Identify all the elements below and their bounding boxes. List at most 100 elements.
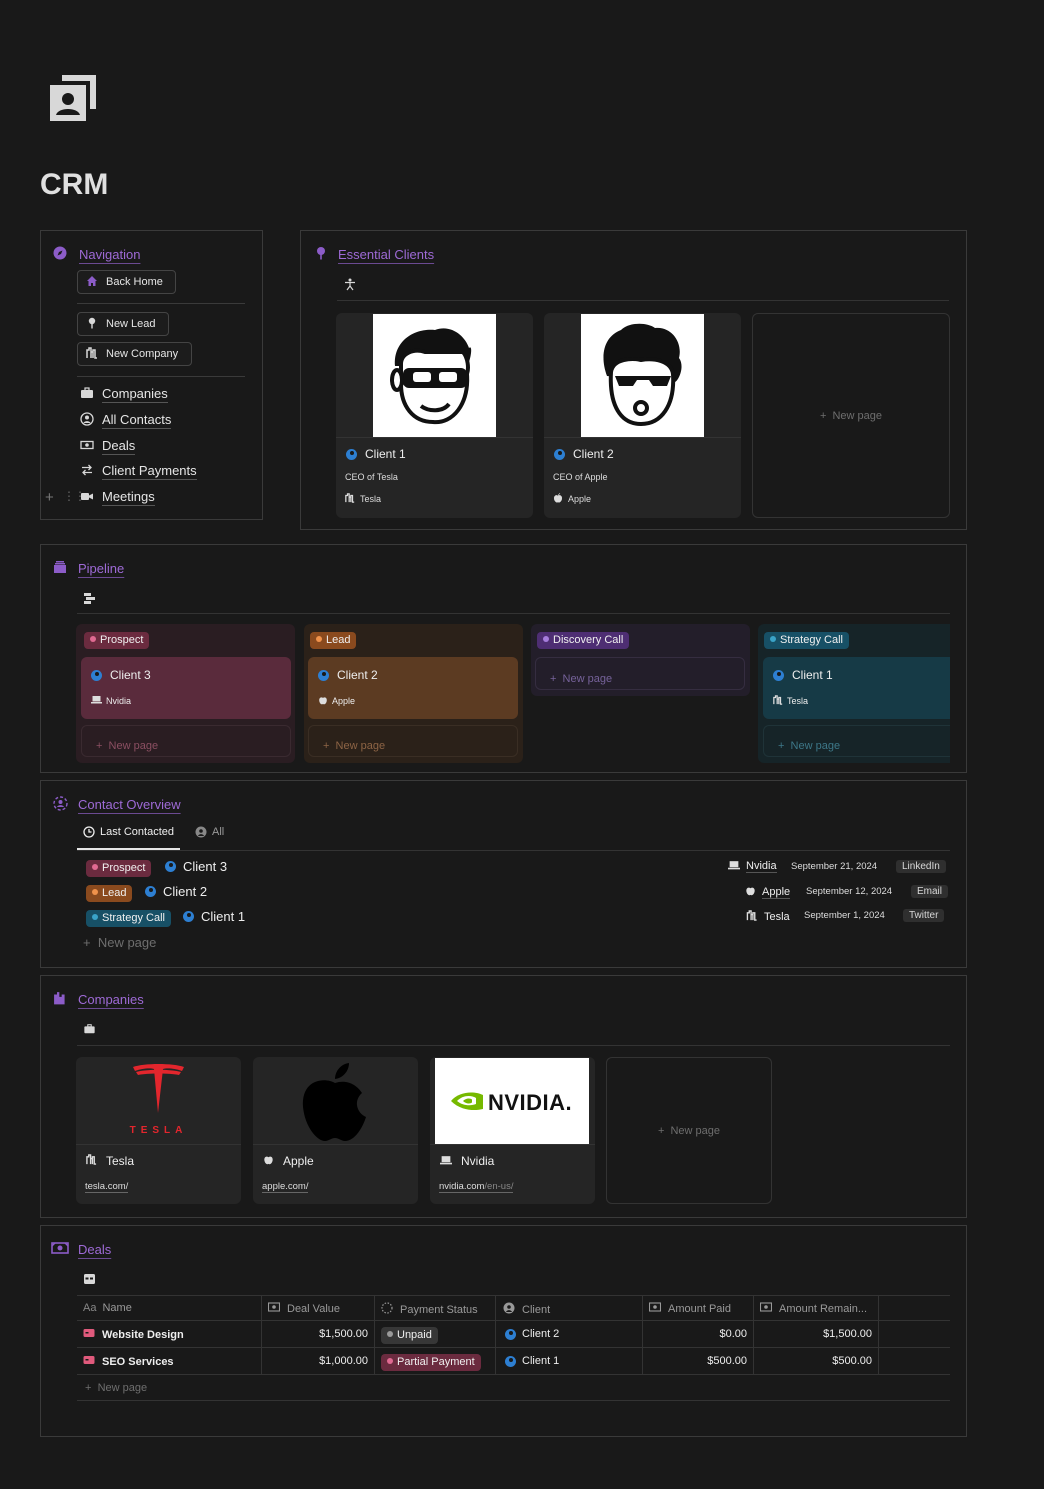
payment-status-badge: Unpaid (381, 1327, 438, 1344)
add-block-icon[interactable]: + (45, 489, 54, 506)
new-lead-button[interactable]: New Lead (77, 312, 169, 336)
pipeline-card[interactable]: Client 1 Tesla (763, 657, 950, 719)
tab-all[interactable]: All (195, 826, 224, 841)
stage-badge: Prospect (86, 860, 152, 877)
amount-paid: $500.00 (707, 1355, 747, 1367)
deals-title[interactable]: Deals (78, 1242, 111, 1257)
person-icon (554, 448, 565, 460)
list-item[interactable]: Prospect Client 3 Nvidia September 21, 2… (80, 857, 950, 877)
column-header-name[interactable]: Aa Name (83, 1302, 132, 1314)
column-header-amount-remaining[interactable]: Amount Remain... (759, 1302, 867, 1315)
nav-item-meetings[interactable]: Meetings (80, 489, 155, 506)
tab-last-contacted[interactable]: Last Contacted (77, 826, 180, 850)
person-icon (145, 886, 156, 897)
nav-item-deals[interactable]: Deals (80, 438, 136, 455)
contact-company: Tesla (764, 911, 790, 923)
company-url[interactable]: nvidia.com/en-us/ (439, 1181, 514, 1193)
text-type-icon: Aa (83, 1302, 97, 1314)
new-page-button[interactable]: + New page (308, 725, 518, 757)
company-name: Apple (283, 1154, 314, 1168)
column-header-deal-value[interactable]: Deal Value (267, 1302, 340, 1315)
company-name: Tesla (106, 1154, 135, 1168)
new-page-card[interactable]: + New page (752, 313, 950, 518)
money-icon (80, 438, 94, 455)
pipeline-title[interactable]: Pipeline (78, 561, 124, 576)
new-page-label: New page (832, 409, 882, 422)
company-url[interactable]: apple.com/ (262, 1181, 309, 1193)
new-company-button[interactable]: New Company (77, 342, 192, 366)
building-icon (773, 695, 783, 707)
company-card[interactable]: TESLA Tesla tesla.com/ (76, 1057, 241, 1204)
nav-item-label: Deals (102, 438, 136, 455)
contacts-cycle-icon (53, 796, 68, 816)
client-company: Tesla (360, 494, 382, 504)
view-accessibility-icon[interactable] (344, 278, 356, 296)
company-card[interactable]: NVIDIA. Nvidia nvidia.com/en-us/ (430, 1057, 595, 1204)
board-view-icon[interactable] (83, 592, 96, 610)
table-row[interactable]: Website Design $1,500.00 Unpaid Client 2… (77, 1321, 950, 1348)
building-icon (746, 910, 758, 924)
company-card[interactable]: Apple apple.com/ (253, 1057, 418, 1204)
list-item[interactable]: Lead Client 2 Apple September 12, 2024 E… (80, 882, 950, 902)
compass-icon (53, 246, 67, 265)
contact-circle-icon (503, 1302, 515, 1317)
client-card[interactable]: Client 2 CEO of Apple Apple (544, 313, 741, 518)
stage-badge: Prospect (84, 632, 150, 649)
status-loader-icon (381, 1302, 393, 1317)
client-company: Apple (568, 494, 592, 504)
company-url[interactable]: tesla.com/ (85, 1181, 129, 1193)
tesla-wordmark: TESLA (129, 1125, 188, 1136)
new-page-button[interactable]: + New page (763, 725, 950, 757)
apple-icon (318, 695, 328, 707)
client-avatar-image (373, 314, 496, 437)
column-header-payment-status[interactable]: Payment Status (381, 1302, 478, 1317)
card-company: Apple (332, 696, 356, 706)
new-page-button[interactable]: + New page (81, 725, 291, 757)
amount-remaining: $1,500.00 (823, 1328, 872, 1340)
list-item[interactable]: Strategy Call Client 1 Tesla September 1… (80, 907, 950, 927)
stage-badge: Strategy Call (86, 910, 171, 927)
money-icon (648, 1302, 662, 1315)
deal-client: Client 2 (522, 1328, 560, 1340)
plus-icon: + (658, 1124, 665, 1137)
client-card[interactable]: Client 1 CEO of Tesla Tesla (336, 313, 533, 518)
contact-name: Client 3 (183, 859, 228, 874)
plus-icon: + (85, 1382, 92, 1394)
person-icon (318, 669, 329, 681)
nav-item-label: Companies (102, 386, 168, 403)
column-header-amount-paid[interactable]: Amount Paid (648, 1302, 731, 1315)
pipeline-card[interactable]: Client 2 Apple (308, 657, 518, 719)
new-lead-label: New Lead (106, 318, 156, 330)
navigation-title[interactable]: Navigation (79, 247, 140, 262)
pipeline-card[interactable]: Client 3 Nvidia (81, 657, 291, 719)
new-company-label: New Company (106, 348, 179, 360)
back-home-button[interactable]: Back Home (77, 270, 176, 294)
gallery-view-icon[interactable] (83, 1022, 96, 1040)
nvidia-wordmark: NVIDIA. (488, 1090, 573, 1115)
companies-title[interactable]: Companies (78, 992, 144, 1007)
nav-item-client-payments[interactable]: Client Payments (80, 463, 197, 480)
contact-overview-title[interactable]: Contact Overview (78, 797, 181, 812)
video-camera-icon (80, 489, 94, 506)
new-page-button[interactable]: + New page (535, 657, 745, 690)
new-page-button[interactable]: + New page (77, 1375, 950, 1401)
card-company: Nvidia (106, 695, 132, 706)
page-icon (50, 75, 96, 121)
source-tag: LinkedIn (896, 860, 946, 873)
nav-item-all-contacts[interactable]: All Contacts (80, 412, 172, 429)
pin-icon (314, 246, 328, 265)
building-icon (53, 991, 68, 1010)
apple-icon (745, 885, 756, 899)
essential-clients-title[interactable]: Essential Clients (338, 247, 434, 262)
column-header-client[interactable]: Client (503, 1302, 550, 1317)
deal-value: $1,500.00 (319, 1328, 368, 1340)
new-page-card[interactable]: + New page (606, 1057, 772, 1204)
laptop-icon (440, 1154, 452, 1168)
table-view-icon[interactable] (83, 1272, 96, 1290)
table-row[interactable]: SEO Services $1,000.00 Partial Payment C… (77, 1348, 950, 1375)
apple-icon (263, 1154, 274, 1168)
last-contacted-date: September 1, 2024 (804, 910, 885, 921)
nav-item-companies[interactable]: Companies (80, 386, 168, 403)
new-page-button[interactable]: + New page (83, 935, 156, 950)
deal-client: Client 1 (522, 1355, 560, 1367)
